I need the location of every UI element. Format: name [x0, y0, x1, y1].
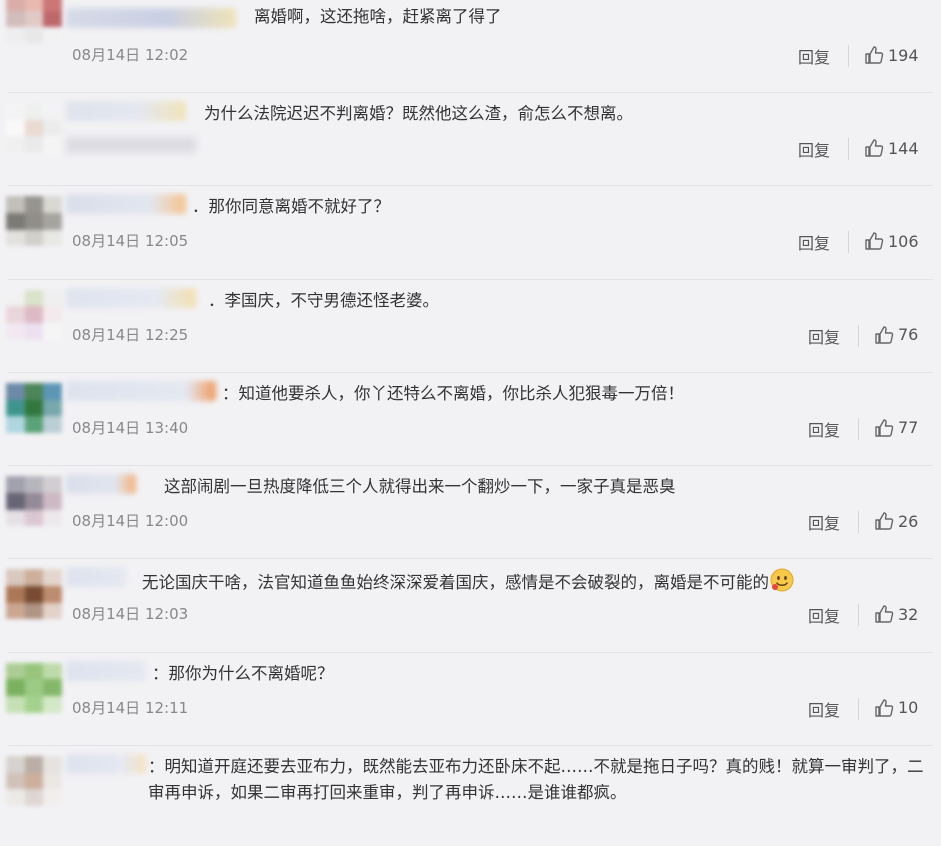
like-count: 106 [888, 231, 919, 251]
like-button[interactable]: 106 [864, 231, 919, 251]
comment-time: 08月14日 12:00 [72, 512, 189, 531]
date-blurred [66, 137, 196, 153]
avatar[interactable] [6, 0, 62, 44]
comment-time: 08月14日 12:11 [72, 698, 189, 717]
avatar[interactable] [6, 662, 62, 713]
username[interactable] [66, 101, 186, 121]
thumbs-up-icon [865, 139, 884, 157]
divider [848, 231, 849, 254]
like-button[interactable]: 10 [874, 698, 918, 718]
thumbs-up-icon [875, 512, 894, 530]
comment-text-content: 无论国庆干啥，法官知道鱼鱼始终深深爱着国庆，感情是不会破裂的，离婚是不可能的 [142, 573, 769, 593]
reply-button[interactable]: 回复 [808, 417, 840, 441]
reply-button[interactable]: 回复 [798, 137, 830, 161]
comment-time: 08月14日 12:05 [72, 232, 189, 251]
comment-text: ：明知道开庭还要去亚布力，既然能去亚布力还卧床不起……不就是拖日子吗？真的贱！就… [148, 757, 924, 803]
like-count: 26 [898, 511, 919, 531]
divider [858, 697, 859, 720]
divider [858, 511, 859, 534]
avatar[interactable] [6, 103, 62, 153]
avatar[interactable] [6, 569, 62, 620]
comment-item: 这部闹剧一旦热度降低三个人就得出来一个翻炒一下，一家子真是恶臭 08月14日 1… [0, 466, 941, 560]
reply-button[interactable]: 回复 [798, 230, 830, 254]
thumbs-up-icon [875, 419, 894, 437]
username[interactable] [66, 380, 216, 401]
username[interactable] [66, 474, 136, 495]
username[interactable] [66, 194, 186, 215]
avatar[interactable] [6, 756, 62, 807]
avatar[interactable] [6, 289, 62, 340]
like-count: 144 [888, 138, 919, 158]
reply-button[interactable]: 回复 [808, 324, 840, 348]
reply-button[interactable]: 回复 [808, 603, 840, 627]
divider [858, 324, 859, 347]
smiley-emoji-icon [770, 568, 794, 592]
username[interactable] [66, 287, 196, 308]
thumbs-up-icon [865, 232, 884, 250]
like-button[interactable]: 77 [874, 418, 918, 438]
like-button[interactable]: 76 [874, 325, 918, 345]
comment-item: ：那你为什么不离婚呢？ 08月14日 12:11 回复 10 [0, 653, 941, 747]
username[interactable] [66, 754, 146, 775]
comment-item: ：明知道开庭还要去亚布力，既然能去亚布力还卧床不起……不就是拖日子吗？真的贱！就… [0, 746, 941, 846]
avatar[interactable] [6, 196, 62, 247]
like-count: 194 [888, 45, 919, 65]
comment-item: ．李国庆，不守男德还怪老婆。 08月14日 12:25 回复 76 [0, 280, 941, 373]
thumbs-up-icon [875, 605, 894, 624]
comment-time: 08月14日 12:25 [72, 325, 189, 344]
comment-item: ：知道他要杀人，你丫还特么不离婚，你比杀人犯狠毒一万倍！ 08月14日 13:4… [0, 373, 941, 467]
like-count: 76 [898, 325, 919, 345]
like-button[interactable]: 194 [864, 45, 919, 65]
comment-text: ：知道他要杀人，你丫还特么不离婚，你比杀人犯狠毒一万倍！ [222, 383, 684, 403]
comment-item: ．那你同意离婚不就好了？ 08月14日 12:05 回复 106 [0, 186, 941, 280]
divider [858, 417, 859, 440]
divider [848, 138, 849, 160]
comment-text: ．那你同意离婚不就好了？ [192, 197, 390, 217]
like-button[interactable]: 26 [874, 511, 918, 531]
thumbs-up-icon [875, 699, 894, 717]
reply-button[interactable]: 回复 [798, 44, 830, 68]
comment-item: 无论国庆干啥，法官知道鱼鱼始终深深爱着国庆，感情是不会破裂的，离婚是不可能的 0… [0, 559, 941, 653]
like-count: 10 [898, 698, 919, 718]
like-count: 77 [898, 418, 919, 438]
username[interactable] [66, 567, 126, 588]
comment-text: 这部闹剧一旦热度降低三个人就得出来一个翻炒一下，一家子真是恶臭 [164, 477, 676, 497]
username[interactable] [66, 8, 236, 28]
comment-time: 08月14日 13:40 [72, 418, 189, 437]
comment-time: 08月14日 12:03 [72, 605, 189, 624]
avatar[interactable] [6, 382, 62, 433]
like-button[interactable]: 32 [874, 604, 918, 624]
thumbs-up-icon [865, 46, 884, 64]
comment-text: 无论国庆干啥，法官知道鱼鱼始终深深爱着国庆，感情是不会破裂的，离婚是不可能的 [142, 567, 795, 596]
avatar[interactable] [6, 476, 62, 527]
reply-button[interactable]: 回复 [808, 510, 840, 534]
like-button[interactable]: 144 [864, 138, 919, 158]
divider [858, 604, 859, 627]
like-count: 32 [898, 604, 919, 624]
thumbs-up-icon [875, 325, 894, 344]
comment-text: 为什么法院迟迟不判离婚？既然他这么渣，俞怎么不想离。 [204, 104, 633, 123]
reply-button[interactable]: 回复 [808, 697, 840, 721]
comment-time: 08月14日 12:02 [72, 46, 189, 64]
comment-text: ：那你为什么不离婚呢？ [152, 663, 334, 683]
username[interactable] [66, 660, 146, 681]
comment-text: ．李国庆，不守男德还怪老婆。 [208, 290, 439, 310]
divider [848, 45, 849, 67]
comment-item: 为什么法院迟迟不判离婚？既然他这么渣，俞怎么不想离。 回复 144 [0, 93, 941, 187]
comment-text: 离婚啊，这还拖啥，赶紧离了得了 [254, 7, 502, 26]
comment-item: 离婚啊，这还拖啥，赶紧离了得了 08月14日 12:02 回复 194 [0, 0, 941, 93]
